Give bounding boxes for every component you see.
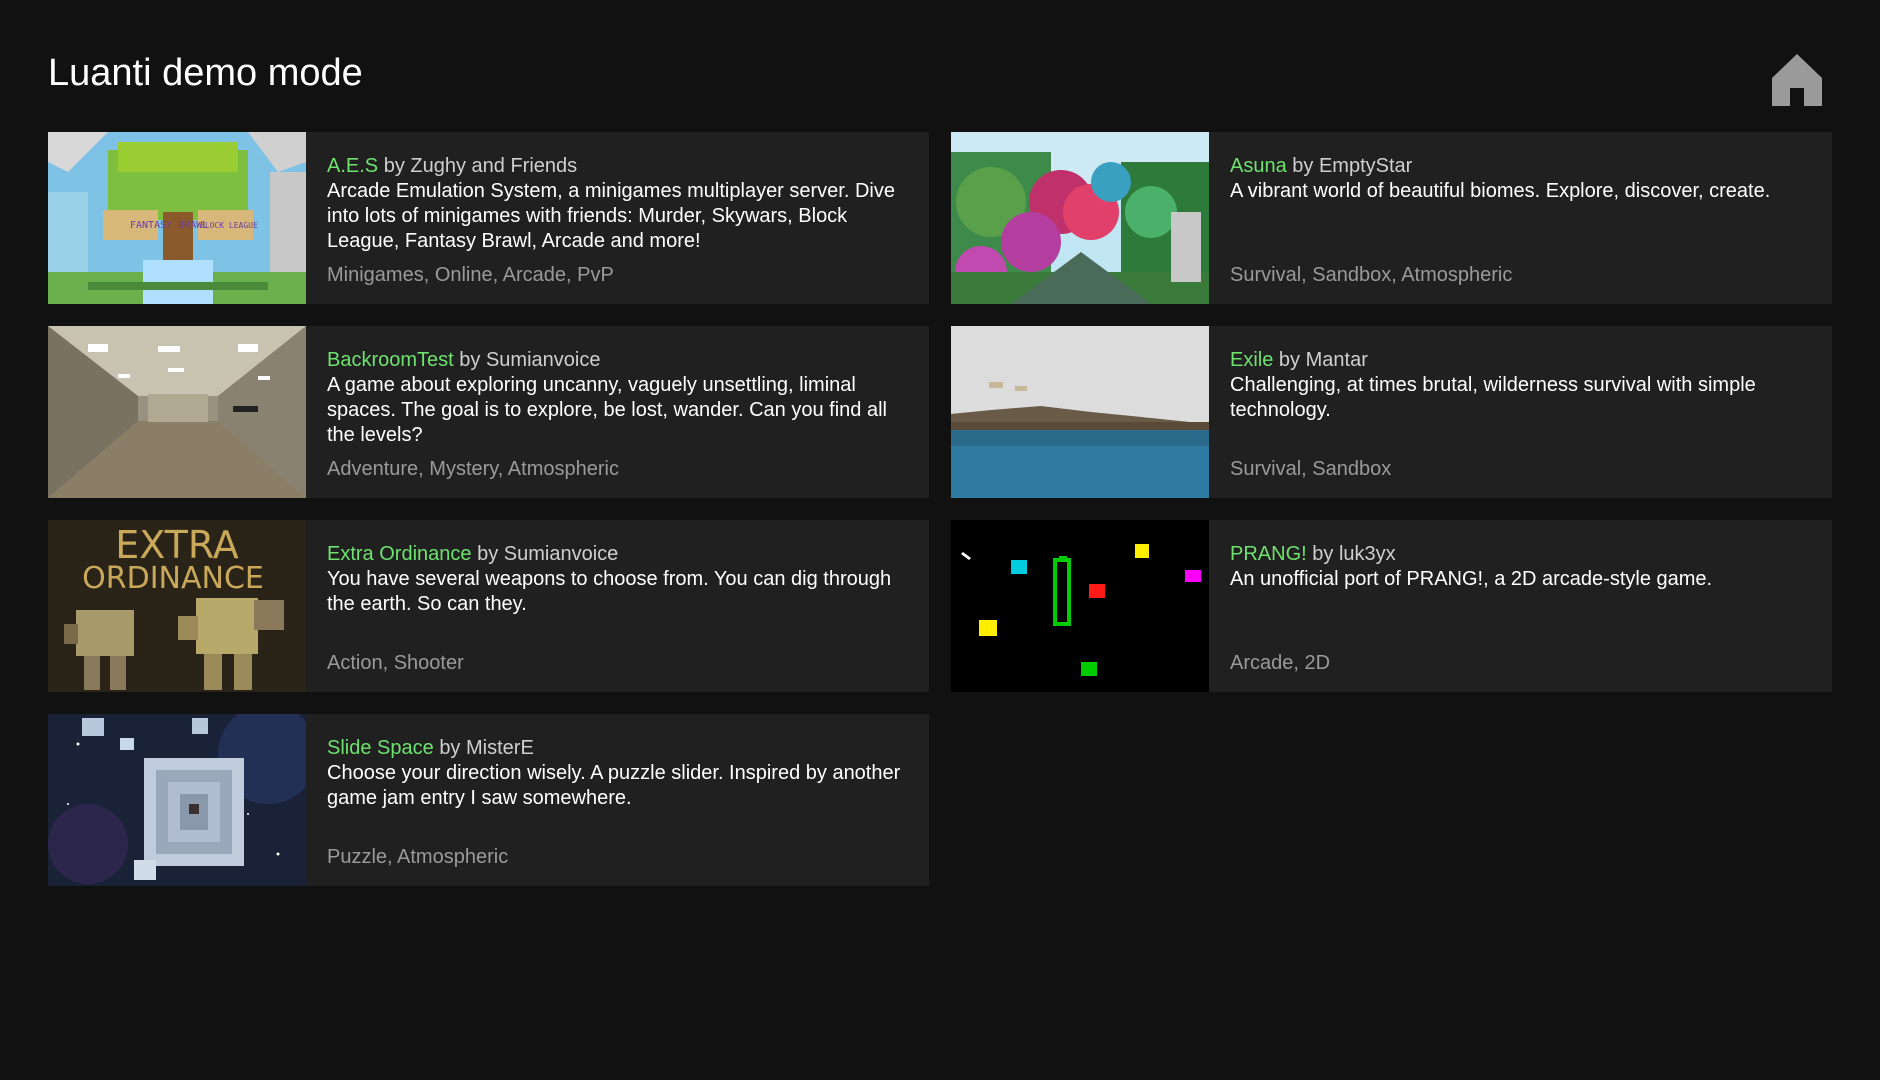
game-thumbnail-backroomtest <box>48 326 306 498</box>
game-description: Challenging, at times brutal, wilderness… <box>1230 374 1756 421</box>
game-card-exile[interactable]: Exile by Mantar Challenging, at times br… <box>951 326 1832 498</box>
game-author: Sumianvoice <box>503 543 619 565</box>
game-description: A game about exploring uncanny, vaguely … <box>327 374 887 446</box>
extra-ordinance-thumb-text-2: ORDINANCE <box>82 561 264 596</box>
game-author: EmptyStar <box>1318 155 1413 177</box>
game-title[interactable]: PRANG! <box>1230 543 1307 565</box>
by-label: by <box>1312 543 1334 565</box>
by-label: by <box>439 737 461 759</box>
game-card-extra-ordinance[interactable]: EXTRA ORDINANCE Extra Ordinance by Sumia… <box>48 520 929 692</box>
game-tags: Adventure, Mystery, Atmospheric <box>327 458 619 480</box>
game-description: You have several weapons to choose from.… <box>327 568 892 615</box>
home-icon <box>1772 54 1822 106</box>
game-tags: Arcade, 2D <box>1230 652 1331 674</box>
game-author: MisterE <box>466 737 534 759</box>
aes-thumb-text-2: BLOCK LEAGUE <box>200 221 258 230</box>
aes-thumb-text-1: FANTASY BRAWL <box>130 220 208 231</box>
game-title[interactable]: Slide Space <box>327 737 434 759</box>
game-thumbnail-slide-space <box>48 714 306 886</box>
game-card-asuna[interactable]: Asuna by EmptyStar A vibrant world of be… <box>951 132 1832 304</box>
game-card-backroomtest[interactable]: BackroomTest by Sumianvoice A game about… <box>48 326 929 498</box>
game-tags: Action, Shooter <box>327 652 464 674</box>
game-thumbnail-aes: FANTASY BRAWL BLOCK LEAGUE <box>48 132 306 304</box>
game-description: A vibrant world of beautiful biomes. Exp… <box>1230 180 1771 202</box>
game-thumbnail-asuna <box>951 132 1209 304</box>
game-description: Choose your direction wisely. A puzzle s… <box>327 762 901 809</box>
game-title[interactable]: BackroomTest <box>327 349 454 371</box>
game-author: luk3yx <box>1338 543 1396 565</box>
game-thumbnail-prang <box>951 520 1209 692</box>
game-thumbnail-exile <box>951 326 1209 498</box>
game-title[interactable]: A.E.S <box>327 155 378 177</box>
game-card-slide-space[interactable]: Slide Space by MisterE Choose your direc… <box>48 714 929 886</box>
game-tags: Survival, Sandbox <box>1230 458 1392 480</box>
game-card-aes[interactable]: FANTASY BRAWL BLOCK LEAGUE A.E.S by Zugh… <box>48 132 929 304</box>
game-title[interactable]: Asuna <box>1230 155 1287 177</box>
game-grid: FANTASY BRAWL BLOCK LEAGUE A.E.S by Zugh… <box>48 132 1832 886</box>
game-description: Arcade Emulation System, a minigames mul… <box>327 180 895 252</box>
by-label: by <box>477 543 499 565</box>
by-label: by <box>1292 155 1314 177</box>
home-button[interactable] <box>1772 54 1822 106</box>
game-description: An unofficial port of PRANG!, a 2D arcad… <box>1230 568 1713 590</box>
game-tags: Puzzle, Atmospheric <box>327 846 509 868</box>
game-author: Sumianvoice <box>485 349 601 371</box>
game-tags: Survival, Sandbox, Atmospheric <box>1230 264 1513 286</box>
game-title[interactable]: Extra Ordinance <box>327 543 472 565</box>
by-label: by <box>459 349 481 371</box>
game-thumbnail-extra-ordinance: EXTRA ORDINANCE <box>48 520 306 692</box>
game-author: Zughy and Friends <box>410 155 578 177</box>
game-card-prang[interactable]: PRANG! by luk3yx An unofficial port of P… <box>951 520 1832 692</box>
by-label: by <box>1278 349 1301 371</box>
game-tags: Minigames, Online, Arcade, PvP <box>327 264 614 286</box>
page-title: Luanti demo mode <box>48 52 363 94</box>
game-author: Mantar <box>1305 349 1368 371</box>
game-title[interactable]: Exile <box>1230 349 1273 371</box>
by-label: by <box>383 155 405 177</box>
